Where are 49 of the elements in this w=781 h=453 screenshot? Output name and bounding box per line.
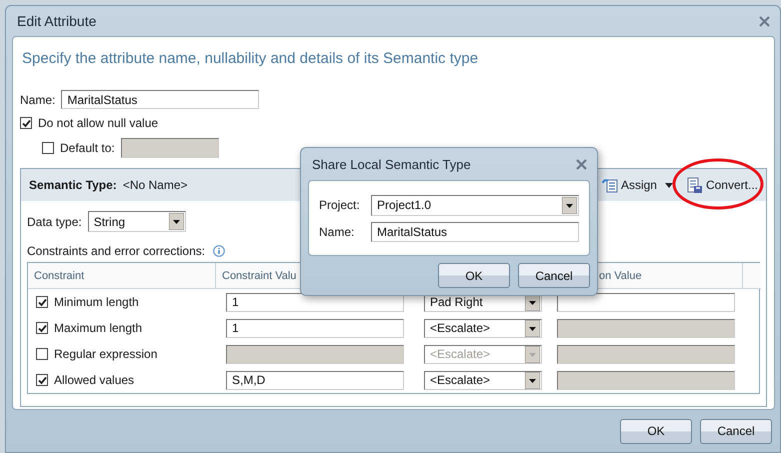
dialog-button[interactable]: OK: [620, 418, 692, 444]
field-label: Project:: [319, 198, 361, 212]
checkbox[interactable]: [20, 117, 32, 129]
info-icon[interactable]: [213, 245, 226, 257]
name-input[interactable]: MaritalStatus: [371, 222, 579, 242]
checkbox[interactable]: [42, 142, 54, 154]
column-header: Constraint: [28, 263, 216, 289]
dropdown-arrow-icon[interactable]: [525, 372, 540, 388]
caret-icon[interactable]: [664, 182, 673, 188]
empty-column-header: [743, 263, 761, 289]
semantic-type-value: <No Name>: [122, 178, 188, 192]
correction-value-input[interactable]: [557, 292, 735, 312]
dropdown-arrow-icon[interactable]: [168, 213, 184, 230]
dialog-button[interactable]: OK: [438, 263, 510, 288]
section-label: Constraints and error corrections:: [27, 244, 206, 258]
constraint-value-input[interactable]: 1: [226, 318, 404, 338]
dialog-button[interactable]: Cancel: [518, 263, 590, 288]
close-icon[interactable]: [576, 158, 587, 170]
checkbox-label: Default to:: [60, 141, 115, 155]
close-icon[interactable]: [759, 16, 770, 26]
constraint-label: Allowed values: [54, 373, 134, 387]
dropdown-arrow-icon[interactable]: [562, 196, 577, 214]
project-select[interactable]: Project1.0: [371, 194, 579, 216]
dialog-title: Share Local Semantic Type: [312, 156, 471, 172]
dialog-button[interactable]: Cancel: [700, 418, 772, 444]
dropdown-arrow-icon[interactable]: [525, 320, 540, 336]
list-assign-icon: [602, 177, 618, 193]
instruction-heading: Specify the attribute name, nullability and details of its Semantic type: [22, 50, 480, 69]
window-title: Edit Attribute: [17, 13, 96, 29]
default-value-input[interactable]: [120, 138, 219, 158]
field-label: Name:: [20, 92, 56, 106]
constraint-label: Minimum length: [54, 295, 139, 309]
correction-select[interactable]: <Escalate>: [424, 318, 542, 338]
checkbox[interactable]: [36, 374, 48, 386]
checkbox[interactable]: [36, 348, 48, 360]
toolbar-action[interactable]: Assign: [602, 177, 673, 193]
document-save-icon: [686, 176, 703, 194]
name-input[interactable]: MaritalStatus: [61, 90, 260, 109]
constraint-label: Maximum length: [54, 321, 142, 335]
group-label: Semantic Type:: [29, 178, 117, 192]
constraint-label: Regular expression: [54, 347, 158, 361]
correction-select[interactable]: <Escalate>: [424, 370, 542, 390]
checkbox-label: Do not allow null value: [38, 116, 158, 130]
field-label: Data type:: [27, 214, 82, 228]
field-label: Name:: [319, 224, 356, 238]
checkbox[interactable]: [36, 296, 48, 308]
checkbox[interactable]: [36, 322, 48, 334]
data-type-select[interactable]: String: [88, 211, 186, 232]
constraint-value-input[interactable]: S,M,D: [226, 370, 404, 390]
